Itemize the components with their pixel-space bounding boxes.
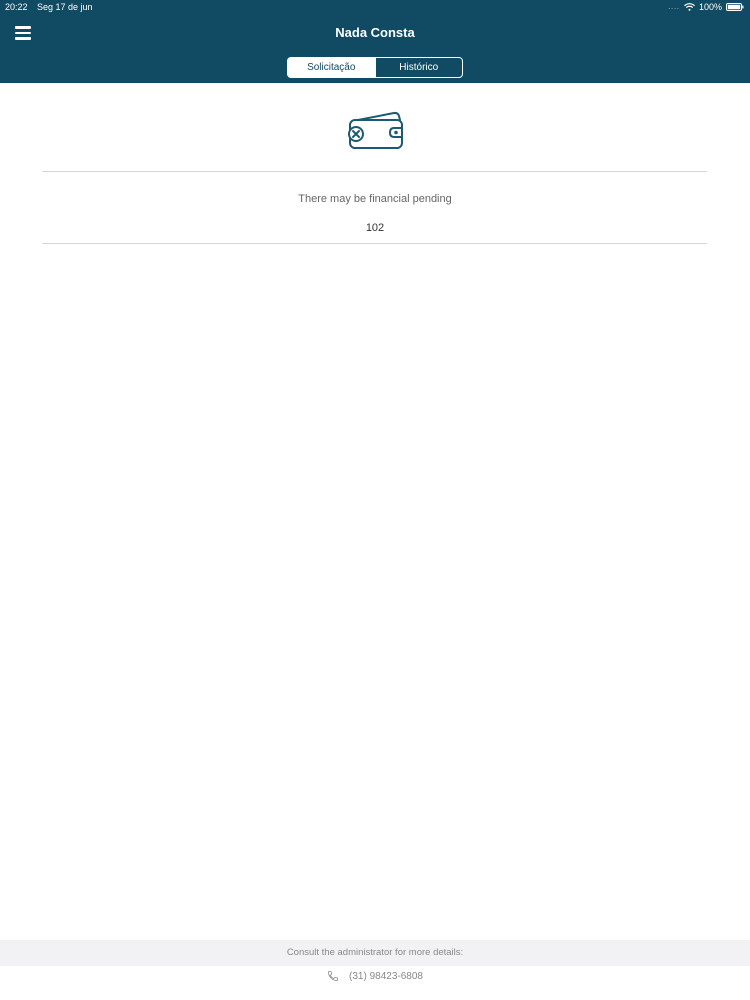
battery-icon [726, 3, 744, 11]
status-date: Seg 17 de jun [37, 2, 93, 12]
contact-phone[interactable]: (31) 98423-6808 [0, 970, 750, 982]
status-indicators: .... 100% [668, 2, 744, 12]
battery-percent: 100% [698, 2, 722, 12]
divider [42, 171, 707, 172]
wallet-x-icon [346, 110, 406, 152]
pending-code: 102 [365, 222, 385, 234]
tab-historico[interactable]: Histórico [374, 58, 463, 77]
wifi-icon [684, 3, 695, 11]
status-time: 20:22 [5, 2, 28, 12]
pending-message: There may be financial pending [298, 193, 452, 205]
footer: Consult the administrator for more detai… [0, 940, 750, 1000]
tab-solicitacao[interactable]: Solicitação [288, 58, 375, 77]
segmented-tabs: Solicitação Histórico [287, 57, 463, 78]
footer-note: Consult the administrator for more detai… [0, 940, 750, 966]
phone-number[interactable]: (31) 98423-6808 [349, 971, 423, 982]
page-title: Nada Consta [335, 25, 415, 40]
divider [42, 243, 707, 244]
top-bar: 20:22 Seg 17 de jun .... 100% Nada Const… [0, 0, 750, 83]
signal-icon: .... [668, 3, 680, 11]
phone-icon [327, 970, 339, 982]
status-bar: 20:22 Seg 17 de jun .... 100% [0, 0, 750, 16]
